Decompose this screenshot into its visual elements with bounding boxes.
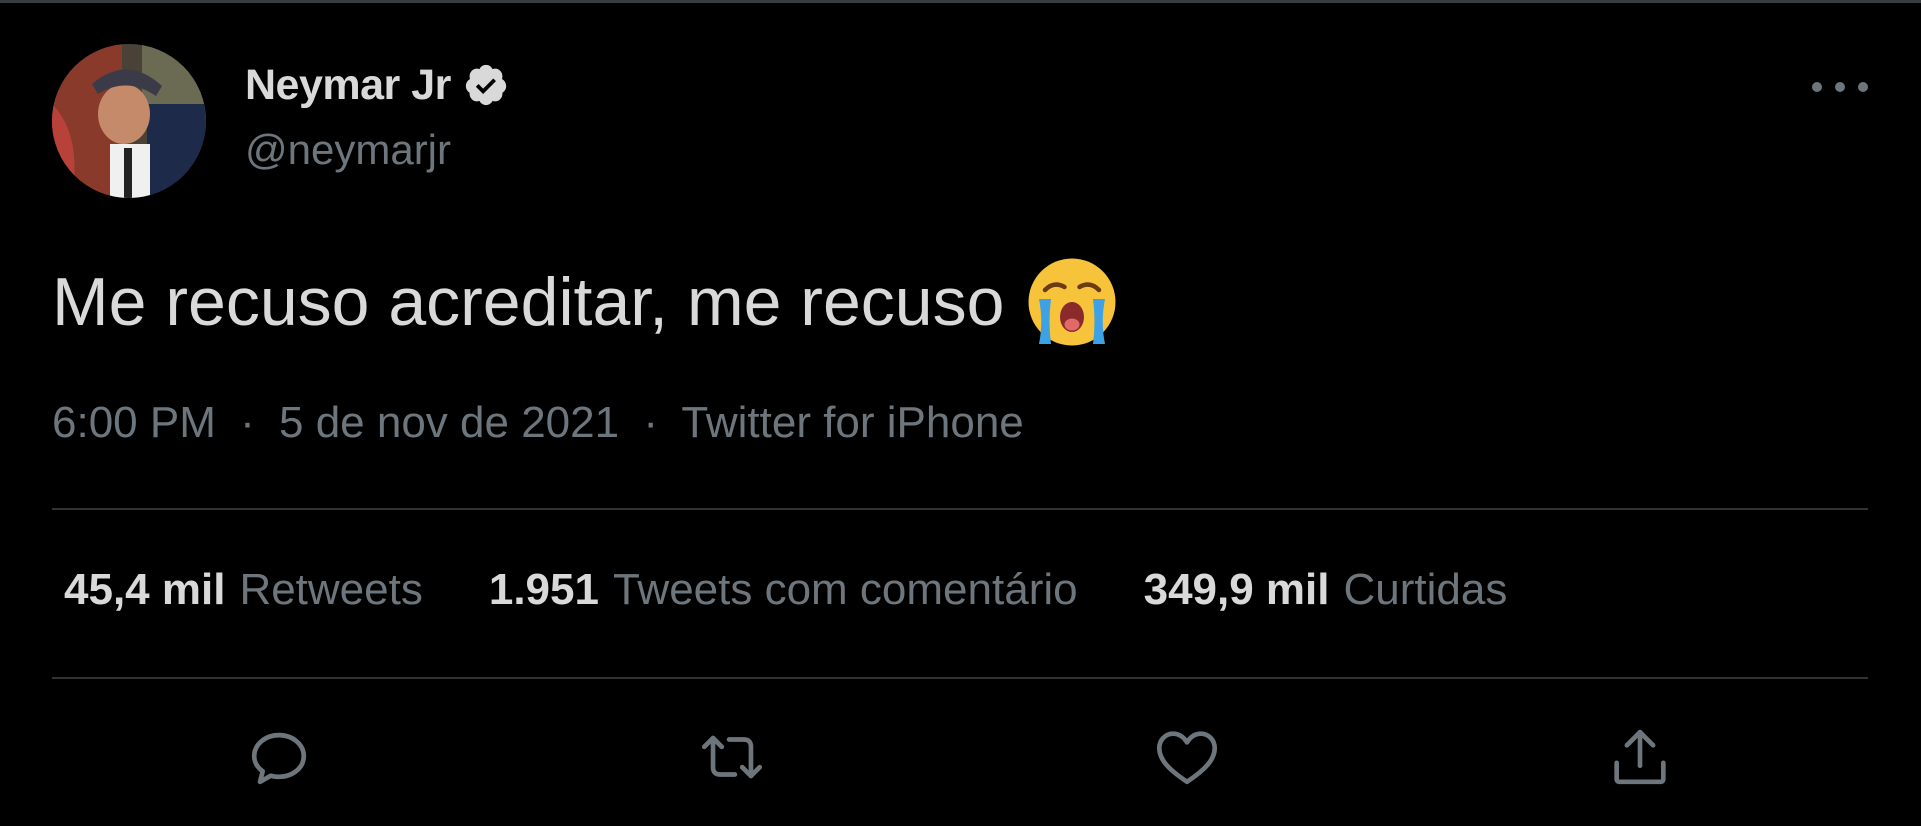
share-icon — [1614, 729, 1666, 785]
stat-label: Curtidas — [1343, 565, 1508, 614]
more-dot-icon — [1835, 82, 1845, 92]
tweet-stats: 45,4 mil Retweets 1.951 Tweets com comen… — [64, 565, 1573, 615]
reply-icon — [251, 732, 307, 785]
likes-stat[interactable]: 349,9 mil Curtidas — [1144, 565, 1508, 615]
loudly-crying-face-icon — [1028, 258, 1116, 346]
quote-tweets-stat[interactable]: 1.951 Tweets com comentário — [489, 565, 1078, 615]
stat-count: 349,9 mil — [1143, 565, 1330, 614]
like-button[interactable] — [1152, 722, 1222, 792]
more-dot-icon — [1858, 82, 1868, 92]
retweet-button[interactable] — [697, 722, 767, 792]
author-handle[interactable]: @neymarjr — [245, 126, 451, 174]
tweet-time[interactable]: 6:00 PM — [52, 398, 216, 447]
tweet-text: Me recuso acreditar, me recuso — [52, 264, 1005, 340]
more-dot-icon — [1812, 82, 1822, 92]
stat-count: 1.951 — [488, 565, 599, 614]
tweet-text-row: Me recuso acreditar, me recuso — [52, 254, 1120, 350]
verified-badge-icon — [465, 64, 507, 106]
tweet-date[interactable]: 5 de nov de 2021 — [279, 398, 619, 447]
like-icon — [1156, 731, 1218, 785]
author-display-name[interactable]: Neymar Jr — [245, 61, 451, 110]
tweet-source[interactable]: Twitter for iPhone — [681, 398, 1023, 447]
author-name-row[interactable]: Neymar Jr — [245, 58, 509, 112]
tweet-meta: 6:00 PM · 5 de nov de 2021 · Twitter for… — [52, 398, 1024, 448]
more-options-icon[interactable] — [1812, 76, 1868, 98]
retweets-stat[interactable]: 45,4 mil Retweets — [64, 565, 423, 615]
meta-separator: · — [240, 398, 255, 447]
divider — [52, 508, 1868, 510]
avatar[interactable] — [52, 44, 206, 198]
stat-label: Tweets com comentário — [612, 565, 1078, 614]
stat-label: Retweets — [239, 565, 423, 614]
meta-separator: · — [643, 398, 658, 447]
divider — [52, 677, 1868, 679]
reply-button[interactable] — [244, 722, 314, 792]
stat-count: 45,4 mil — [64, 565, 226, 614]
share-button[interactable] — [1605, 722, 1675, 792]
retweet-icon — [701, 735, 763, 779]
tweet: Neymar Jr @neymarjr Me recuso acreditar,… — [0, 0, 1921, 826]
avatar-image — [52, 44, 206, 198]
